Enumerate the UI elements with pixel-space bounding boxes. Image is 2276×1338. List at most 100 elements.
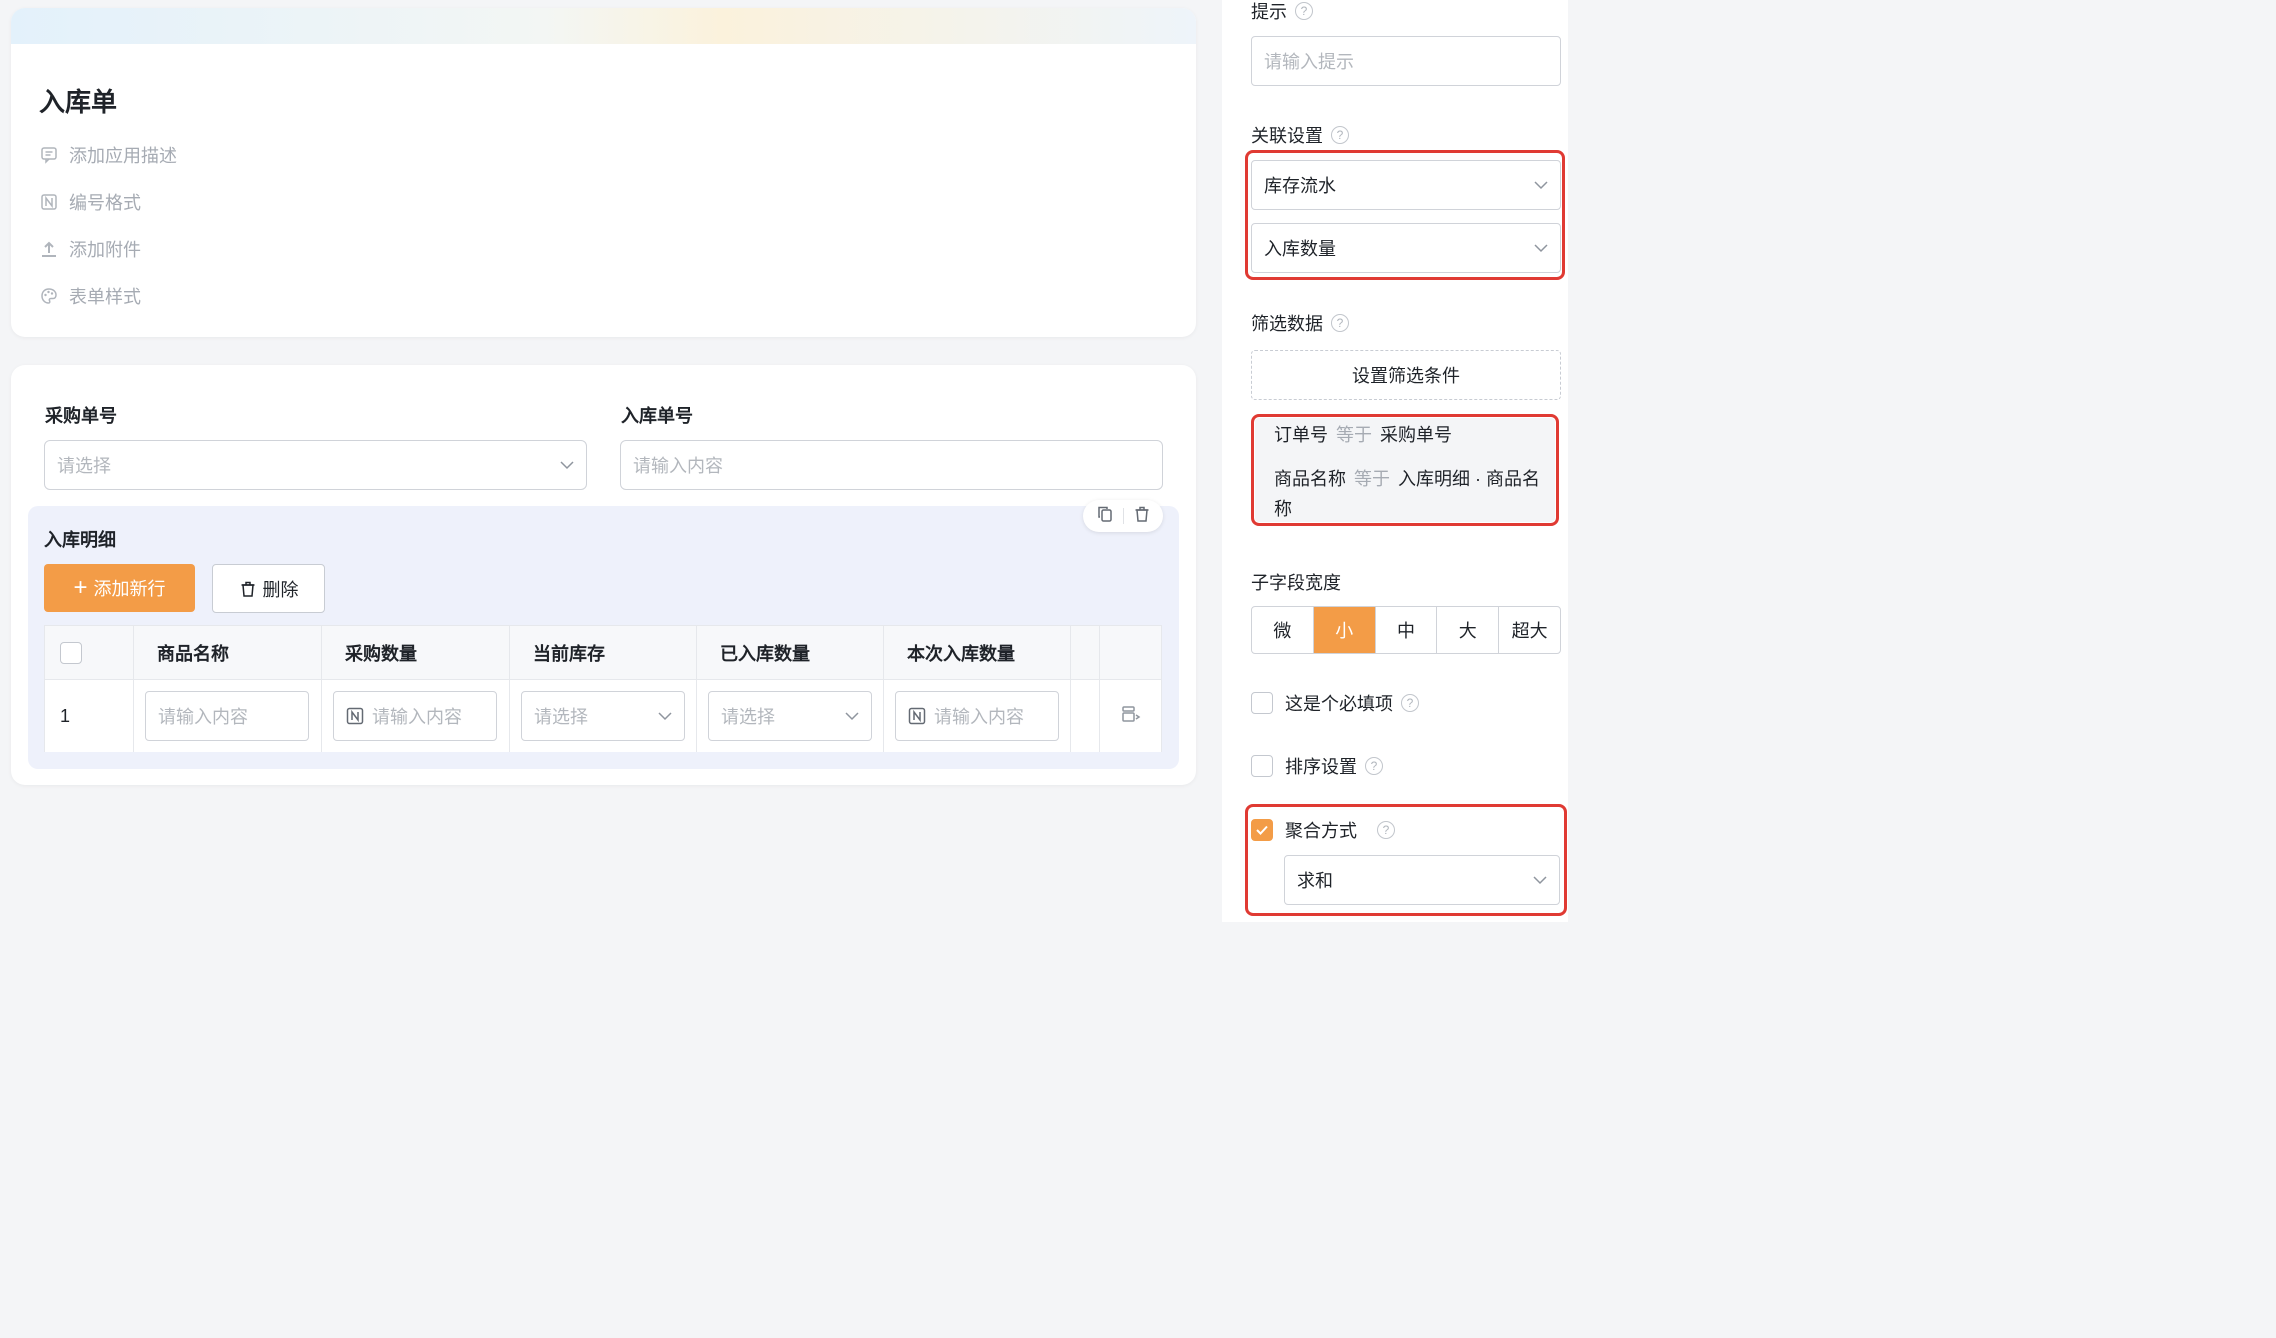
received-qty-cell: 请选择 [697,680,884,752]
hint-input[interactable]: 请输入提示 [1251,36,1561,86]
required-checkbox[interactable] [1251,692,1273,714]
inbound-no-label: 入库单号 [621,406,693,426]
aggregate-toggle[interactable]: 聚合方式 ? [1251,817,1395,843]
chevron-down-icon [658,707,672,721]
relation-field-select[interactable]: 入库数量 [1251,223,1561,273]
help-icon[interactable]: ? [1295,2,1313,20]
set-filter-button[interactable]: 设置筛选条件 [1251,350,1561,400]
purchase-qty-input[interactable]: 请输入内容 [333,691,497,741]
add-row-button[interactable]: + 添加新行 [44,564,195,612]
add-description-label: 添加应用描述 [69,146,177,166]
trash-icon [241,581,254,597]
add-description-link[interactable]: 添加应用描述 [39,142,177,168]
relation-field-value: 入库数量 [1264,239,1336,259]
column-header: 采购数量 [322,626,510,679]
aggregate-checkbox[interactable] [1251,819,1273,841]
condition-value: 采购单号 [1380,425,1452,445]
hint-label: 提示 ? [1251,0,1313,24]
number-format-icon [39,192,59,212]
width-option-xlarge[interactable]: 超大 [1499,607,1560,653]
help-icon[interactable]: ? [1377,821,1395,839]
chevron-down-icon [1534,176,1548,190]
aggregate-select[interactable]: 求和 [1284,855,1560,905]
row-detail-icon[interactable] [1120,703,1142,730]
product-name-input[interactable]: 请输入内容 [145,691,309,741]
add-attachment-link[interactable]: 添加附件 [39,236,141,262]
column-header: 本次入库数量 [884,626,1071,679]
purchase-qty-cell: 请输入内容 [322,680,510,752]
header-checkbox-cell [45,626,134,679]
purchase-no-placeholder: 请选择 [57,456,111,476]
select-all-checkbox[interactable] [60,641,82,664]
form-style-link[interactable]: 表单样式 [39,283,141,309]
toolbar-divider [1122,508,1124,524]
filter-label: 筛选数据 ? [1251,310,1349,336]
width-option-micro[interactable]: 微 [1252,607,1314,653]
aggregate-label: 聚合方式 [1285,821,1357,841]
detail-subform[interactable]: 入库明细 + 添加新行 删除 商品名称 采购数量 当前库存 已入库数量 本次入库… [28,500,1179,769]
help-icon[interactable]: ? [1401,694,1419,712]
cell-placeholder: 请输入内容 [372,707,462,727]
copy-icon[interactable] [1096,505,1114,528]
cell-placeholder: 请输入内容 [158,707,248,727]
check-icon [1256,825,1268,835]
chevron-down-icon [1534,239,1548,253]
number-icon [346,707,364,725]
width-option-large[interactable]: 大 [1437,607,1500,653]
chevron-down-icon [560,456,574,470]
palette-icon [39,286,59,306]
help-icon[interactable]: ? [1331,126,1349,144]
form-header-card: 入库单 添加应用描述 编号格式 添加附件 表单样式 [11,8,1196,337]
filter-conditions[interactable]: 订单号 等于 采购单号 商品名称 等于 入库明细 · 商品名称 [1255,418,1555,522]
number-format-link[interactable]: 编号格式 [39,189,141,215]
condition-field: 订单号 [1274,425,1328,445]
hint-placeholder: 请输入提示 [1264,52,1354,72]
inbound-no-placeholder: 请输入内容 [633,456,723,476]
field-settings-panel: 提示 ? 请输入提示 关联设置 ? 库存流水 入库数量 筛选数据 ? 设置筛选条… [1222,0,1568,922]
column-header: 商品名称 [134,626,322,679]
relation-table-value: 库存流水 [1264,176,1336,196]
cell-placeholder: 请输入内容 [934,707,1024,727]
trash-icon[interactable] [1133,505,1151,528]
width-label-text: 子字段宽度 [1251,573,1341,593]
detail-title: 入库明细 [44,530,116,550]
purchase-no-select[interactable]: 请选择 [44,440,587,490]
form-style-label: 表单样式 [69,287,141,307]
table-row: 1 请输入内容 请输入内容 请选择 请选择 请输入内容 [45,680,1161,752]
relation-table-select[interactable]: 库存流水 [1251,160,1561,210]
add-attachment-label: 添加附件 [69,240,141,260]
delete-rows-button[interactable]: 删除 [212,564,325,613]
inbound-no-input[interactable]: 请输入内容 [620,440,1163,490]
sort-toggle[interactable]: 排序设置 ? [1251,753,1383,779]
width-option-medium[interactable]: 中 [1376,607,1438,653]
required-toggle[interactable]: 这是个必填项 ? [1251,690,1419,716]
condition-field: 商品名称 [1274,469,1346,489]
aggregate-value: 求和 [1297,871,1333,891]
current-stock-cell: 请选择 [510,680,697,752]
relation-label-text: 关联设置 [1251,126,1323,146]
cell-placeholder: 请选择 [721,707,775,727]
subform-toolbar [1083,500,1163,532]
width-label: 子字段宽度 [1251,569,1341,595]
filter-label-text: 筛选数据 [1251,314,1323,334]
current-stock-select[interactable]: 请选择 [521,691,685,741]
sort-checkbox[interactable] [1251,755,1273,777]
width-option-small[interactable]: 小 [1313,607,1376,653]
purchase-no-label: 采购单号 [45,406,117,426]
form-title[interactable]: 入库单 [39,82,117,119]
table-header-row: 商品名称 采购数量 当前库存 已入库数量 本次入库数量 [45,626,1161,680]
help-icon[interactable]: ? [1331,314,1349,332]
detail-table: 商品名称 采购数量 当前库存 已入库数量 本次入库数量 1 请输入内容 请输入内… [44,625,1162,752]
number-icon [908,707,926,725]
number-format-label: 编号格式 [69,193,141,213]
upload-icon [39,239,59,259]
help-icon[interactable]: ? [1365,757,1383,775]
add-row-label: 添加新行 [93,579,166,599]
condition-operator: 等于 [1336,425,1372,445]
received-qty-select[interactable]: 请选择 [708,691,872,741]
inbound-qty-input[interactable]: 请输入内容 [895,691,1059,741]
chevron-down-icon [1533,871,1547,885]
plus-icon: + [73,574,88,601]
header-banner [11,8,1196,44]
form-canvas: 入库单 添加应用描述 编号格式 添加附件 表单样式 采购单号 请选择 入库单号 … [0,0,1222,922]
